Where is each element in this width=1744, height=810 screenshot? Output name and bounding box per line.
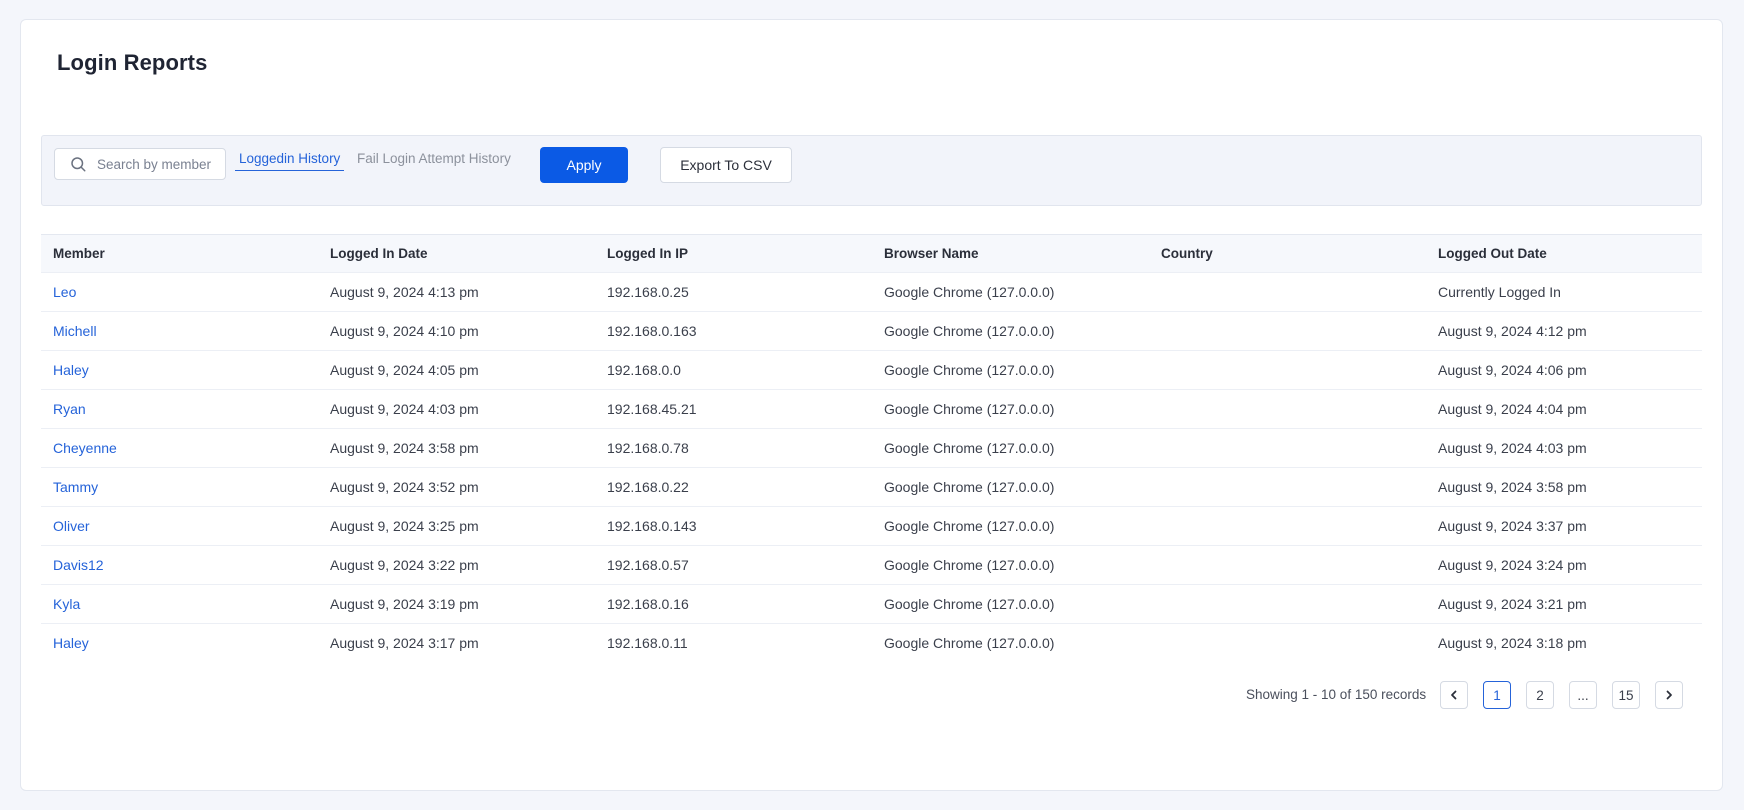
logged-in-date: August 9, 2024 3:19 pm — [318, 583, 595, 623]
logged-out-date: August 9, 2024 3:18 pm — [1426, 622, 1702, 662]
logged-in-ip: 192.168.0.11 — [595, 622, 872, 662]
export-csv-button[interactable]: Export To CSV — [660, 147, 792, 183]
country — [1149, 622, 1426, 662]
page-ellipsis: ... — [1569, 681, 1597, 709]
page-button-2[interactable]: 2 — [1526, 681, 1554, 709]
country — [1149, 583, 1426, 623]
browser-name: Google Chrome (127.0.0.0) — [872, 505, 1149, 545]
country — [1149, 310, 1426, 350]
country — [1149, 544, 1426, 584]
login-table: Member Logged In Date Logged In IP Brows… — [41, 235, 1702, 662]
country — [1149, 427, 1426, 467]
login-table-container: Member Logged In Date Logged In IP Brows… — [41, 234, 1702, 662]
logged-in-ip: 192.168.0.16 — [595, 583, 872, 623]
logged-in-date: August 9, 2024 3:22 pm — [318, 544, 595, 584]
logged-out-date: August 9, 2024 3:37 pm — [1426, 505, 1702, 545]
logged-out-date: August 9, 2024 4:12 pm — [1426, 310, 1702, 350]
country — [1149, 349, 1426, 389]
search-input[interactable] — [97, 156, 222, 172]
tab-loggedin-history[interactable]: Loggedin History — [235, 151, 345, 171]
browser-name: Google Chrome (127.0.0.0) — [872, 427, 1149, 467]
header-logged-in-ip[interactable]: Logged In IP — [595, 235, 872, 272]
logged-in-ip: 192.168.0.78 — [595, 427, 872, 467]
logged-in-date: August 9, 2024 4:10 pm — [318, 310, 595, 350]
header-member[interactable]: Member — [41, 235, 318, 272]
member-link[interactable]: Cheyenne — [41, 427, 318, 467]
logged-in-ip: 192.168.0.163 — [595, 310, 872, 350]
member-link[interactable]: Tammy — [41, 466, 318, 506]
chevron-right-icon — [1666, 690, 1672, 700]
table-row: Haley August 9, 2024 3:17 pm 192.168.0.1… — [41, 622, 1702, 662]
logged-in-date: August 9, 2024 3:58 pm — [318, 427, 595, 467]
logged-out-date: August 9, 2024 3:21 pm — [1426, 583, 1702, 623]
logged-out-date: August 9, 2024 4:04 pm — [1426, 388, 1702, 428]
search-box[interactable] — [54, 148, 226, 180]
header-browser-name[interactable]: Browser Name — [872, 235, 1149, 272]
country — [1149, 271, 1426, 311]
country — [1149, 505, 1426, 545]
table-row: Tammy August 9, 2024 3:52 pm 192.168.0.2… — [41, 466, 1702, 506]
tab-fail-login-attempt-history[interactable]: Fail Login Attempt History — [353, 151, 515, 170]
table-row: Ryan August 9, 2024 4:03 pm 192.168.45.2… — [41, 388, 1702, 428]
browser-name: Google Chrome (127.0.0.0) — [872, 310, 1149, 350]
filter-bar: Loggedin History Fail Login Attempt Hist… — [41, 135, 1702, 206]
chevron-left-icon — [1451, 690, 1457, 700]
logged-out-date: August 9, 2024 4:06 pm — [1426, 349, 1702, 389]
member-link[interactable]: Haley — [41, 349, 318, 389]
browser-name: Google Chrome (127.0.0.0) — [872, 388, 1149, 428]
logged-in-ip: 192.168.0.22 — [595, 466, 872, 506]
table-header-row: Member Logged In Date Logged In IP Brows… — [41, 235, 1702, 272]
login-reports-card: Login Reports Loggedin History Fail Logi… — [20, 19, 1723, 791]
table-row: Oliver August 9, 2024 3:25 pm 192.168.0.… — [41, 505, 1702, 545]
member-link[interactable]: Michell — [41, 310, 318, 350]
logged-out-date: August 9, 2024 3:24 pm — [1426, 544, 1702, 584]
browser-name: Google Chrome (127.0.0.0) — [872, 466, 1149, 506]
logged-in-ip: 192.168.0.25 — [595, 271, 872, 311]
page-button-15[interactable]: 15 — [1612, 681, 1640, 709]
records-info: Showing 1 - 10 of 150 records — [1246, 687, 1427, 702]
country — [1149, 466, 1426, 506]
logged-out-date: Currently Logged In — [1426, 271, 1702, 311]
logged-in-ip: 192.168.0.57 — [595, 544, 872, 584]
country — [1149, 388, 1426, 428]
member-link[interactable]: Davis12 — [41, 544, 318, 584]
logged-in-date: August 9, 2024 3:25 pm — [318, 505, 595, 545]
table-row: Michell August 9, 2024 4:10 pm 192.168.0… — [41, 310, 1702, 350]
next-page-button[interactable] — [1655, 681, 1683, 709]
logged-in-date: August 9, 2024 3:52 pm — [318, 466, 595, 506]
apply-button[interactable]: Apply — [540, 147, 628, 183]
logged-in-date: August 9, 2024 4:03 pm — [318, 388, 595, 428]
browser-name: Google Chrome (127.0.0.0) — [872, 349, 1149, 389]
search-icon — [71, 157, 86, 172]
header-logged-out-date[interactable]: Logged Out Date — [1426, 235, 1702, 272]
table-row: Leo August 9, 2024 4:13 pm 192.168.0.25 … — [41, 271, 1702, 311]
table-row: Haley August 9, 2024 4:05 pm 192.168.0.0… — [41, 349, 1702, 389]
member-link[interactable]: Haley — [41, 622, 318, 662]
page-button-1[interactable]: 1 — [1483, 681, 1511, 709]
logged-out-date: August 9, 2024 4:03 pm — [1426, 427, 1702, 467]
member-link[interactable]: Ryan — [41, 388, 318, 428]
logged-in-date: August 9, 2024 4:13 pm — [318, 271, 595, 311]
logged-in-date: August 9, 2024 3:17 pm — [318, 622, 595, 662]
table-row: Cheyenne August 9, 2024 3:58 pm 192.168.… — [41, 427, 1702, 467]
page-title: Login Reports — [57, 50, 208, 75]
table-row: Davis12 August 9, 2024 3:22 pm 192.168.0… — [41, 544, 1702, 584]
member-link[interactable]: Kyla — [41, 583, 318, 623]
browser-name: Google Chrome (127.0.0.0) — [872, 622, 1149, 662]
browser-name: Google Chrome (127.0.0.0) — [872, 583, 1149, 623]
logged-in-ip: 192.168.0.0 — [595, 349, 872, 389]
logged-in-ip: 192.168.45.21 — [595, 388, 872, 428]
member-link[interactable]: Leo — [41, 271, 318, 311]
header-country[interactable]: Country — [1149, 235, 1426, 272]
table-row: Kyla August 9, 2024 3:19 pm 192.168.0.16… — [41, 583, 1702, 623]
browser-name: Google Chrome (127.0.0.0) — [872, 271, 1149, 311]
logged-out-date: August 9, 2024 3:58 pm — [1426, 466, 1702, 506]
logged-in-date: August 9, 2024 4:05 pm — [318, 349, 595, 389]
member-link[interactable]: Oliver — [41, 505, 318, 545]
prev-page-button[interactable] — [1440, 681, 1468, 709]
logged-in-ip: 192.168.0.143 — [595, 505, 872, 545]
browser-name: Google Chrome (127.0.0.0) — [872, 544, 1149, 584]
pagination: Showing 1 - 10 of 150 records 1 2 ... 15 — [21, 681, 1722, 711]
header-logged-in-date[interactable]: Logged In Date — [318, 235, 595, 272]
